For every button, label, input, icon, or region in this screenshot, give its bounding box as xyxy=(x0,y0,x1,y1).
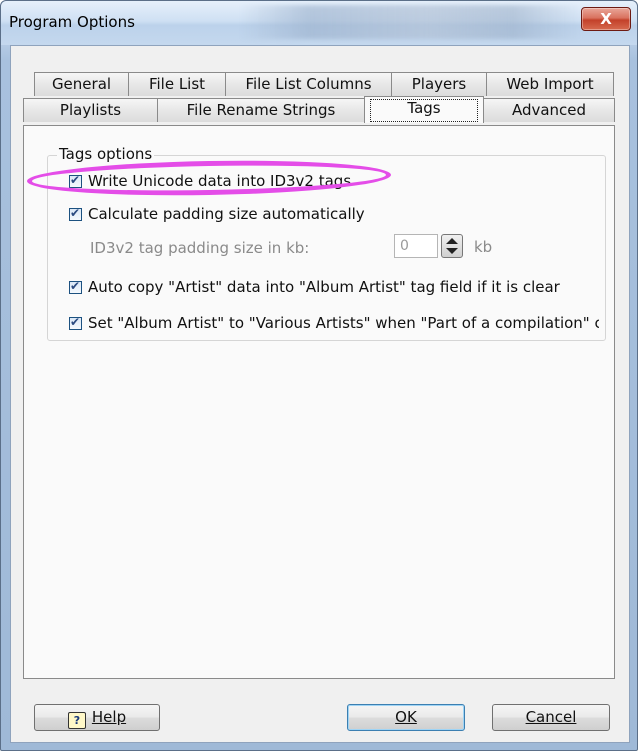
padding-unit: kb xyxy=(474,238,493,256)
title-bar[interactable]: Program Options X xyxy=(1,1,637,45)
tab-label: Players xyxy=(411,75,467,93)
ok-button[interactable]: OK xyxy=(347,704,465,731)
help-label: Help xyxy=(91,708,127,726)
tab-advanced[interactable]: Advanced xyxy=(483,98,615,122)
cancel-label: Cancel xyxy=(525,708,577,726)
calc-padding-checkbox[interactable] xyxy=(69,206,82,221)
tab-file-list-columns[interactable]: File List Columns xyxy=(225,72,392,96)
help-button[interactable]: ? Help xyxy=(34,704,160,731)
various-artists-checkbox[interactable] xyxy=(69,315,82,330)
help-icon: ? xyxy=(67,712,86,729)
calc-padding-label: Calculate padding size automatically xyxy=(88,205,365,223)
tab-label: Web Import xyxy=(506,75,594,93)
auto-copy-label: Auto copy "Artist" data into "Album Arti… xyxy=(88,278,560,296)
close-icon: X xyxy=(600,10,612,28)
padding-size-label: ID3v2 tag padding size in kb: xyxy=(90,239,310,257)
various-artists-label: Set "Album Artist" to "Various Artists" … xyxy=(88,314,599,332)
group-title: Tags options xyxy=(57,145,155,163)
tab-tags[interactable]: Tags xyxy=(364,96,484,123)
calc-padding-option[interactable]: Calculate padding size automatically xyxy=(69,205,365,223)
auto-copy-checkbox[interactable] xyxy=(69,279,82,294)
tab-label: Tags xyxy=(407,99,441,117)
tab-file-list[interactable]: File List xyxy=(128,72,226,96)
spin-down-icon[interactable] xyxy=(446,248,458,254)
padding-size-spinner[interactable] xyxy=(441,234,463,258)
tab-label: Advanced xyxy=(511,101,587,119)
tab-label: File List xyxy=(148,75,206,93)
auto-copy-option[interactable]: Auto copy "Artist" data into "Album Arti… xyxy=(69,278,560,296)
close-button[interactable]: X xyxy=(581,7,631,31)
tab-playlists[interactable]: Playlists xyxy=(23,98,158,122)
window-title: Program Options xyxy=(9,13,135,31)
tab-players[interactable]: Players xyxy=(391,72,487,96)
spin-up-icon[interactable] xyxy=(446,238,458,244)
tab-label: Playlists xyxy=(59,101,122,119)
tab-file-rename-strings[interactable]: File Rename Strings xyxy=(157,98,365,122)
tab-label: File List Columns xyxy=(245,75,372,93)
tab-web-import[interactable]: Web Import xyxy=(486,72,614,96)
tab-label: General xyxy=(51,75,112,93)
cancel-button[interactable]: Cancel xyxy=(492,704,610,731)
various-artists-option[interactable]: Set "Album Artist" to "Various Artists" … xyxy=(69,314,599,332)
tab-label: File Rename Strings xyxy=(186,101,336,119)
ok-label: OK xyxy=(395,708,417,726)
background-blur xyxy=(241,5,581,39)
tab-general[interactable]: General xyxy=(34,72,129,96)
padding-size-input[interactable]: 0 xyxy=(394,234,438,258)
